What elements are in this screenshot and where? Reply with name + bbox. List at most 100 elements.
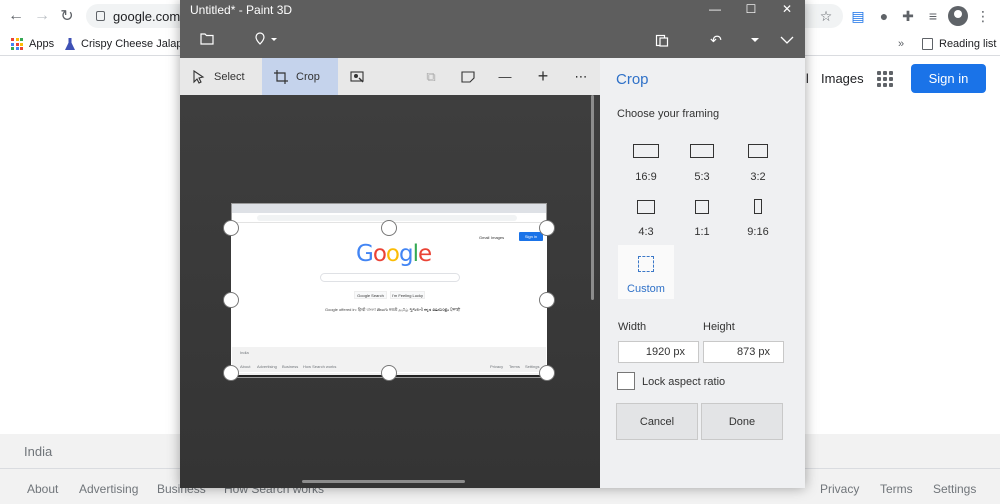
bookmark-apps[interactable]: Apps [11,36,54,52]
address-url: google.com [113,8,181,24]
menu-folder-icon[interactable] [195,27,219,51]
apps-grid-icon [11,38,23,50]
done-button[interactable]: Done [701,403,783,440]
crop-handle-bottom-right[interactable] [539,365,555,381]
crop-handle-top[interactable] [381,220,397,236]
footer-terms-link[interactable]: Terms [880,482,913,496]
canvas-vertical-scrollbar[interactable] [591,95,594,300]
footer-about-link[interactable]: About [27,482,58,496]
profile-avatar-icon[interactable] [948,6,968,26]
reading-list[interactable]: Reading list [922,36,996,52]
plus-icon: + [537,66,549,86]
extensions-puzzle-icon[interactable]: ✚ [899,7,917,25]
framing-3-2[interactable]: 3:2 [730,139,786,187]
brushes-dropdown-icon[interactable] [250,27,284,51]
framing-5-3-label: 5:3 [694,171,710,183]
images-link[interactable]: Images [821,71,864,86]
framing-1-1-shape [695,200,709,214]
close-icon[interactable]: ✕ [769,0,805,18]
framing-custom-label: Custom [627,283,665,295]
paste-icon[interactable] [650,28,674,52]
framing-16-9-shape [633,144,659,158]
framing-5-3-shape [690,144,714,158]
framing-16-9[interactable]: 16:9 [618,139,674,187]
crop-handle-top-left[interactable] [223,220,239,236]
framing-16-9-label: 16:9 [635,171,657,183]
flask-icon [65,38,75,50]
history-dropdown-icon[interactable] [743,28,767,52]
collapse-chevron-icon[interactable] [775,28,799,52]
make-sticker-button[interactable] [455,58,485,95]
more-dots-icon: ⋯ [574,68,588,84]
extension-docs-icon[interactable]: ▤ [849,7,867,25]
canvas-horizontal-scrollbar[interactable] [302,480,465,483]
framing-4-3-label: 4:3 [638,226,654,238]
framing-1-1[interactable]: 1:1 [674,196,730,244]
height-label: Height [703,321,735,333]
window-title: Untitled* - Paint 3D [190,3,293,17]
footer-privacy-link[interactable]: Privacy [820,482,859,496]
crop-handle-right[interactable] [539,292,555,308]
cancel-button[interactable]: Cancel [616,403,698,440]
forward-icon[interactable]: → [32,6,52,26]
footer-advertising-link[interactable]: Advertising [79,482,138,496]
crop-tool-label: Crop [296,70,320,83]
bookmarks-overflow[interactable]: » [898,36,904,52]
lock-aspect-label: Lock aspect ratio [642,376,726,388]
crop-handle-bottom[interactable] [381,365,397,381]
crop-panel: Crop Choose your framing 16:9 5:3 3:2 4:… [600,58,805,488]
media-control-icon[interactable]: ≡ [924,7,942,25]
framing-4-3[interactable]: 4:3 [618,196,674,244]
footer-country: India [24,444,53,459]
height-input[interactable]: 873 px [703,341,784,363]
framing-9-16[interactable]: 9:16 [730,196,786,244]
add-tool-button[interactable]: + [530,58,560,95]
lock-aspect-checkbox[interactable] [617,372,635,390]
footer-settings-link[interactable]: Settings [933,482,976,496]
crop-handle-bottom-left[interactable] [223,365,239,381]
crop-frame[interactable] [231,228,547,373]
mini-tab-strip [232,204,546,213]
google-apps-icon[interactable] [877,71,893,87]
paint3d-titlebar: Untitled* - Paint 3D — ☐ ✕ ↶ [180,0,805,58]
bookmark-crispy-label: Crispy Cheese Jalap... [81,38,192,50]
framing-1-1-label: 1:1 [694,226,710,238]
framing-9-16-shape [754,199,762,214]
minimize-icon[interactable]: — [697,0,733,18]
framing-custom-shape [638,256,654,272]
crop-tool-button[interactable]: Crop [262,58,338,95]
framing-custom[interactable]: Custom [618,245,674,299]
bookmark-apps-label: Apps [29,38,55,50]
back-icon[interactable]: ← [6,6,26,26]
framing-3-2-label: 3:2 [750,171,766,183]
crop-handle-left[interactable] [223,292,239,308]
width-label: Width [618,321,647,333]
more-options-button[interactable]: ⋯ [568,58,598,95]
crop-panel-subtitle: Choose your framing [617,108,720,120]
width-input[interactable]: 1920 px [618,341,699,363]
bookmark-star-icon[interactable]: ☆ [817,7,835,25]
reading-list-label: Reading list [939,38,997,50]
magic-select-button[interactable] [338,58,378,95]
undo-icon[interactable]: ↶ [704,28,728,52]
chrome-menu-icon[interactable]: ⋮ [974,7,992,25]
framing-9-16-label: 9:16 [747,226,769,238]
reading-list-icon [922,38,933,50]
sticker-icon [461,70,475,84]
crop-icon [274,69,288,84]
bookmark-crispy-cheese[interactable]: Crispy Cheese Jalap... [65,36,192,52]
paint3d-window: Untitled* - Paint 3D — ☐ ✕ ↶ Select Crop… [180,0,805,488]
framing-5-3[interactable]: 5:3 [674,139,730,187]
select-tool-button[interactable]: Select [180,58,262,95]
lock-icon [96,11,105,21]
sign-in-button[interactable]: Sign in [911,64,986,93]
crop-handle-top-right[interactable] [539,220,555,236]
copy-3d-button[interactable]: ⧉ [418,58,448,95]
crop-panel-title: Crop [616,71,649,88]
maximize-icon[interactable]: ☐ [733,0,769,18]
reload-icon[interactable]: ↻ [57,6,77,26]
magic-select-icon [350,70,364,84]
line-tool-button[interactable]: — [492,58,522,95]
crop-toolbar: Select Crop ⧉ — + ⋯ [180,58,600,95]
extension-circle-icon[interactable]: ● [875,7,893,25]
